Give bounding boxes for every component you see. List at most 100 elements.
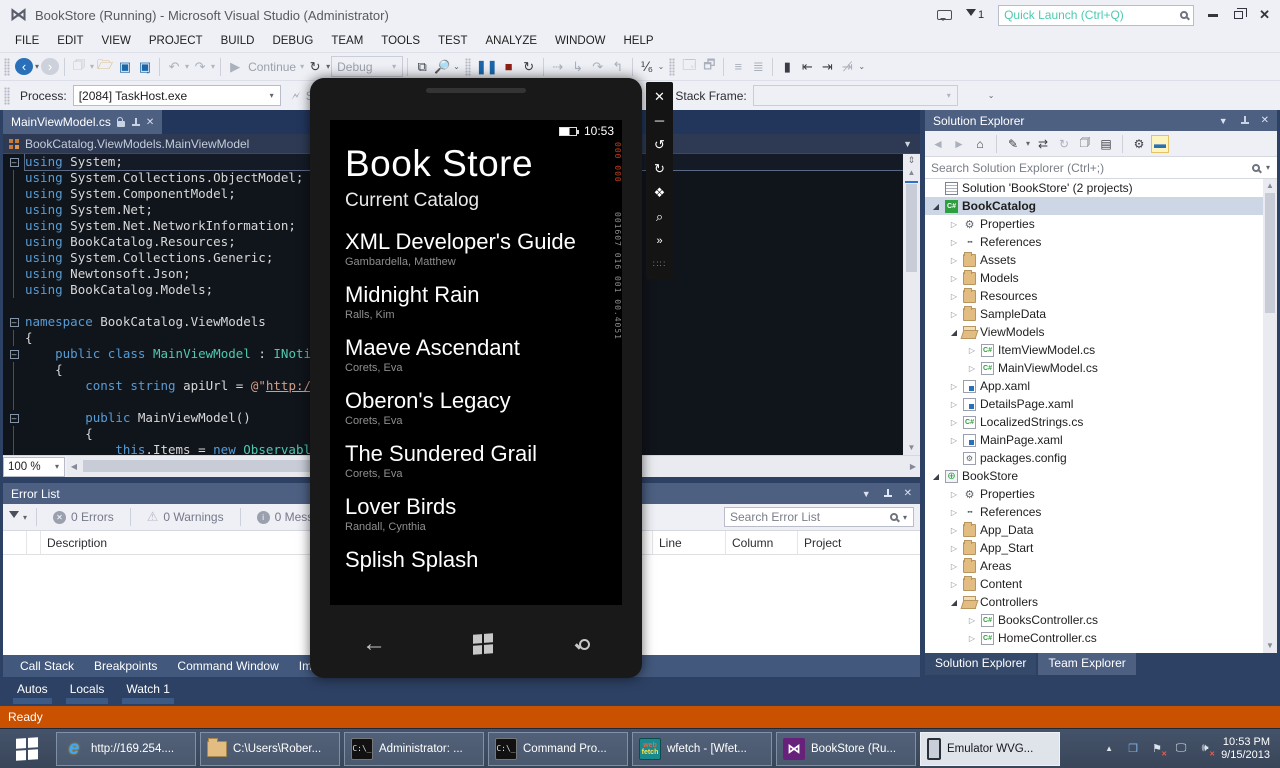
- book-item[interactable]: Midnight RainRalls, Kim: [345, 281, 604, 321]
- show-all-files-icon[interactable]: ▤: [1097, 135, 1115, 153]
- taskbar-button-bookstore-ru[interactable]: ⋈BookStore (Ru...: [776, 732, 916, 766]
- output-window-icon[interactable]: 🗗: [700, 57, 718, 77]
- book-item[interactable]: Lover BirdsRandall, Cynthia: [345, 493, 604, 533]
- scroll-up-icon[interactable]: ▲: [1266, 179, 1274, 193]
- outdent-icon[interactable]: ≣: [749, 57, 767, 77]
- tree-item-bookscontroller-cs[interactable]: ▷BooksController.cs: [925, 611, 1277, 629]
- tree-item-properties[interactable]: ▷Properties: [925, 485, 1277, 503]
- pin-icon[interactable]: [883, 489, 892, 498]
- taskbar-button-administrator[interactable]: C:\_Administrator: ...: [344, 732, 484, 766]
- expand-arrow-icon[interactable]: ▷: [949, 256, 959, 265]
- phone-back-icon[interactable]: ←: [362, 630, 386, 658]
- preview-selected-items-icon[interactable]: ▬: [1151, 135, 1169, 153]
- tree-item-detailspage-xaml[interactable]: ▷DetailsPage.xaml: [925, 395, 1277, 413]
- fold-collapse-icon[interactable]: –: [10, 318, 19, 327]
- editor-vertical-scrollbar[interactable]: ⇕ ▲ ▼: [903, 154, 920, 455]
- restore-button[interactable]: [1234, 11, 1243, 19]
- tab-solution-explorer[interactable]: Solution Explorer: [925, 653, 1036, 675]
- menu-help[interactable]: HELP: [615, 32, 663, 50]
- continue-button[interactable]: Continue: [248, 60, 296, 74]
- refresh-icon[interactable]: ↻: [1055, 135, 1073, 153]
- navigate-back-icon[interactable]: ‹: [15, 58, 33, 75]
- pin-icon[interactable]: [131, 118, 140, 127]
- indent-icon[interactable]: ≡: [729, 57, 747, 77]
- expand-arrow-icon[interactable]: ▷: [949, 562, 959, 571]
- action-center-icon[interactable]: ⚑: [1149, 741, 1165, 757]
- book-item[interactable]: The Sundered GrailCorets, Eva: [345, 440, 604, 480]
- tree-item-app-start[interactable]: ▷App_Start: [925, 539, 1277, 557]
- tree-item-properties[interactable]: ▷Properties: [925, 215, 1277, 233]
- tree-item-references[interactable]: ▷References: [925, 503, 1277, 521]
- menu-team[interactable]: TEAM: [322, 32, 372, 50]
- volume-muted-icon[interactable]: 🕪: [1197, 741, 1213, 757]
- fold-collapse-icon[interactable]: –: [10, 350, 19, 359]
- expand-arrow-icon[interactable]: ▷: [949, 382, 959, 391]
- scroll-down-icon[interactable]: ▼: [908, 441, 916, 455]
- safely-remove-icon[interactable]: ❒: [1125, 741, 1141, 757]
- tree-item-viewmodels[interactable]: ◢ViewModels: [925, 323, 1277, 341]
- phone-emulator[interactable]: 10:53 000 000 001607 016 001 00.4051 Boo…: [310, 78, 642, 678]
- book-item[interactable]: Oberon's LegacyCorets, Eva: [345, 387, 604, 427]
- close-icon[interactable]: ✕: [1261, 115, 1269, 126]
- tray-expand-icon[interactable]: ▲: [1101, 741, 1117, 757]
- scroll-left-icon[interactable]: ◀: [67, 462, 81, 471]
- scroll-thumb[interactable]: [1265, 193, 1275, 313]
- taskbar-button-wfetch-wfet[interactable]: webfetchwfetch - [Wfet...: [632, 732, 772, 766]
- tree-item-bookstore[interactable]: ◢BookStore: [925, 467, 1277, 485]
- column-column[interactable]: Column: [726, 531, 798, 554]
- tree-item-bookcatalog[interactable]: ◢BookCatalog: [925, 197, 1277, 215]
- new-project-icon[interactable]: 🗇: [70, 57, 88, 77]
- scroll-thumb[interactable]: [906, 184, 917, 272]
- tab-call-stack[interactable]: Call Stack: [11, 656, 83, 676]
- taskbar-button-command-pro[interactable]: C:\_Command Pro...: [488, 732, 628, 766]
- bookmark-icon[interactable]: ▮: [778, 57, 796, 77]
- solution-configurations-dropdown[interactable]: Debug▾: [331, 56, 403, 77]
- more-icon[interactable]: »: [649, 230, 671, 251]
- prev-bookmark-icon[interactable]: ⇤: [798, 57, 816, 77]
- stop-debugging-icon[interactable]: ■: [500, 57, 518, 77]
- errors-filter-button[interactable]: ✕0 Errors: [45, 510, 122, 524]
- start-button[interactable]: [0, 729, 54, 768]
- device-target-icon[interactable]: ⧉: [413, 57, 431, 77]
- fit-to-screen-icon[interactable]: ❖: [649, 182, 671, 203]
- expand-arrow-icon[interactable]: ▷: [949, 544, 959, 553]
- collapse-arrow-icon[interactable]: ◢: [931, 472, 941, 481]
- expand-arrow-icon[interactable]: ▷: [949, 274, 959, 283]
- tree-item-mainviewmodel-cs[interactable]: ▷MainViewModel.cs: [925, 359, 1277, 377]
- menu-window[interactable]: WINDOW: [546, 32, 614, 50]
- minimize-icon[interactable]: ─: [649, 110, 671, 131]
- network-icon[interactable]: 🖵: [1173, 741, 1189, 757]
- warnings-filter-button[interactable]: ⚠0 Warnings: [139, 509, 232, 525]
- tree-item-packages-config[interactable]: packages.config: [925, 449, 1277, 467]
- menu-edit[interactable]: EDIT: [48, 32, 92, 50]
- expand-arrow-icon[interactable]: ▷: [949, 490, 959, 499]
- tab-locals[interactable]: Locals: [64, 680, 111, 704]
- tree-item-controllers[interactable]: ◢Controllers: [925, 593, 1277, 611]
- collapse-arrow-icon[interactable]: ◢: [931, 202, 941, 211]
- continue-icon[interactable]: ▶: [226, 57, 244, 77]
- back-icon[interactable]: ◄: [929, 135, 947, 153]
- find-in-files-icon[interactable]: 🔎: [433, 57, 451, 77]
- tree-item-itemviewmodel-cs[interactable]: ▷ItemViewModel.cs: [925, 341, 1277, 359]
- collapse-all-icon[interactable]: 🗇: [1076, 135, 1094, 153]
- close-icon[interactable]: ✕: [649, 86, 671, 107]
- chevron-down-icon[interactable]: ▼: [903, 139, 914, 149]
- open-file-icon[interactable]: 🗁: [96, 57, 114, 77]
- navigate-back-dropdown[interactable]: ▾: [35, 62, 39, 71]
- switch-views-icon[interactable]: ✎: [1004, 135, 1022, 153]
- book-item[interactable]: XML Developer's GuideGambardella, Matthe…: [345, 228, 604, 268]
- expand-arrow-icon[interactable]: ▷: [949, 580, 959, 589]
- tree-item-localizedstrings-cs[interactable]: ▷LocalizedStrings.cs: [925, 413, 1277, 431]
- tree-item-assets[interactable]: ▷Assets: [925, 251, 1277, 269]
- tree-item-areas[interactable]: ▷Areas: [925, 557, 1277, 575]
- menu-view[interactable]: VIEW: [93, 32, 140, 50]
- tab-close-icon[interactable]: ✕: [146, 117, 154, 128]
- show-next-statement-icon[interactable]: ⇢: [549, 57, 567, 77]
- forward-icon[interactable]: ►: [950, 135, 968, 153]
- expand-arrow-icon[interactable]: ▷: [967, 634, 977, 643]
- taskbar-button-c-users-rober[interactable]: C:\Users\Rober...: [200, 732, 340, 766]
- save-all-icon[interactable]: ▣̣: [136, 57, 154, 77]
- notifications-icon[interactable]: 1: [966, 9, 984, 21]
- menu-project[interactable]: PROJECT: [140, 32, 212, 50]
- expand-arrow-icon[interactable]: ▷: [949, 400, 959, 409]
